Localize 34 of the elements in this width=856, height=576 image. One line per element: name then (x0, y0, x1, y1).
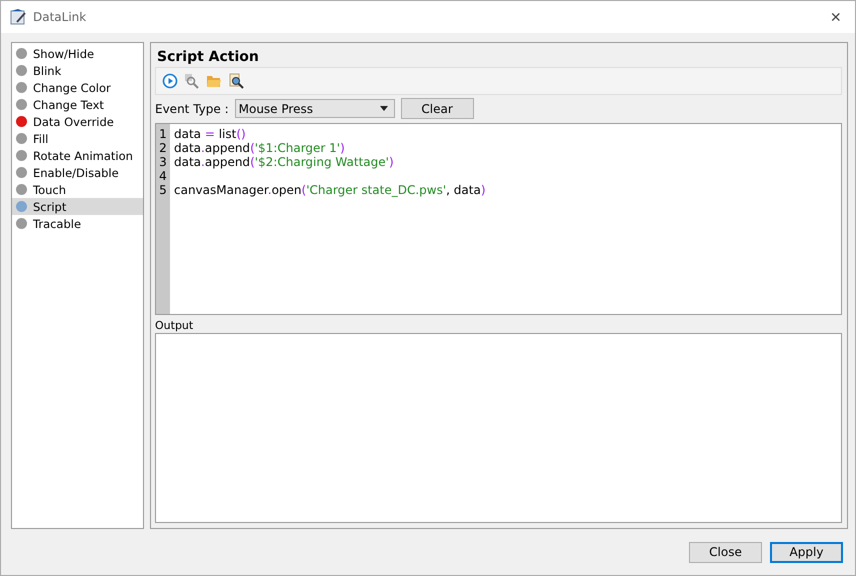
sidebar-item[interactable]: Rotate Animation (12, 147, 143, 164)
sidebar-item[interactable]: Change Color (12, 79, 143, 96)
dropdown-arrow-icon (380, 106, 388, 111)
sidebar-item[interactable]: Change Text (12, 96, 143, 113)
line-number: 2 (158, 141, 168, 155)
sidebar-item[interactable]: Script (12, 198, 143, 215)
code-line: data.append('$1:Charger 1') (174, 141, 346, 155)
clear-button[interactable]: Clear (400, 98, 474, 119)
sidebar-item[interactable]: Data Override (12, 113, 143, 130)
app-icon (9, 8, 27, 26)
output-label: Output (155, 319, 194, 332)
line-number: 1 (158, 127, 168, 141)
close-button[interactable]: Close (689, 542, 762, 562)
panel-title: Script Action (156, 48, 260, 67)
sidebar-item[interactable]: Enable/Disable (12, 164, 143, 181)
search-icon[interactable] (228, 73, 244, 89)
code-editor[interactable]: 1 2 3 4 5 data = list() data.append('$1:Charger 1') data.append('$2:Charging Wattage') canvasManager.open('Charger state_DC.pws', data) (155, 123, 842, 315)
sidebar-item[interactable]: Tracable (12, 215, 143, 232)
line-number: 3 (158, 155, 168, 169)
code-line: data.append('$2:Charging Wattage') (174, 155, 395, 169)
window-title: DataLink (33, 10, 88, 24)
line-number: 4 (158, 169, 168, 183)
run-icon[interactable] (162, 73, 178, 89)
apply-button[interactable]: Apply (770, 542, 843, 562)
sidebar-item[interactable]: Show/Hide (12, 45, 143, 62)
close-button[interactable]: × (824, 7, 847, 27)
code-line: canvasManager.open('Charger state_DC.pws', data) (174, 183, 486, 197)
code-line: data = list() (174, 127, 247, 141)
sidebar-item[interactable]: Fill (12, 130, 143, 147)
event-type-label: Event Type : (155, 102, 229, 116)
sidebar-item[interactable]: Touch (12, 181, 143, 198)
line-number: 5 (158, 183, 168, 197)
event-type-dropdown[interactable]: Mouse Press (234, 99, 395, 118)
sidebar-item[interactable]: Blink (12, 62, 143, 79)
